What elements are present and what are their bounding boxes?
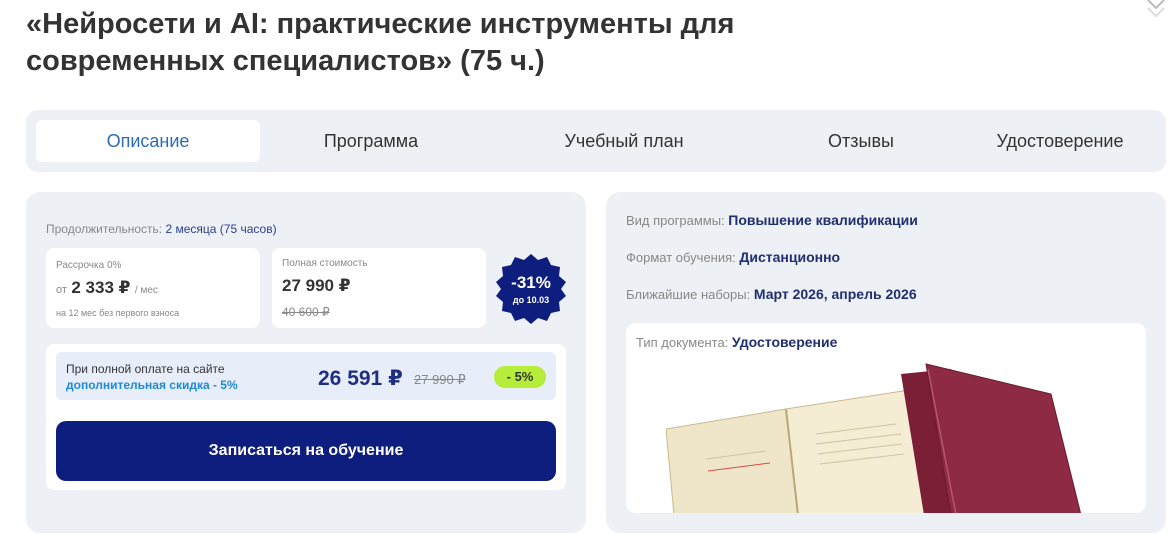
installment-title: Рассрочка 0% bbox=[56, 260, 122, 271]
installment-note: на 12 мес без первого взноса bbox=[56, 308, 180, 318]
discount-until: до 10.03 bbox=[512, 295, 550, 305]
full-price-old: 40 600 ₽ bbox=[282, 305, 330, 319]
promo-old-price: 27 990 ₽ bbox=[414, 372, 466, 387]
installment-suffix: / мес bbox=[134, 285, 158, 296]
installment-card: Рассрочка 0% от 2 333 ₽ / мес на 12 мес … bbox=[46, 248, 260, 328]
enrollment: Ближайшие наборы: Март 2026, апрель 2026 bbox=[626, 286, 917, 302]
tab-reviews[interactable]: Отзывы bbox=[786, 120, 936, 162]
promo-card: При полной оплате на сайте дополнительна… bbox=[46, 344, 566, 490]
program-type-value: Повышение квалификации bbox=[728, 212, 918, 228]
enroll-button[interactable]: Записаться на обучение bbox=[56, 421, 556, 481]
study-format-label: Формат обучения: bbox=[626, 250, 736, 265]
tab-program[interactable]: Программа bbox=[276, 120, 466, 162]
full-price-card: Полная стоимость 27 990 ₽ 40 600 ₽ bbox=[272, 248, 486, 328]
favorite-icon[interactable] bbox=[1143, 0, 1169, 20]
study-format-value: Дистанционно bbox=[739, 249, 841, 265]
full-price-title: Полная стоимость bbox=[282, 258, 368, 269]
program-type: Вид программы: Повышение квалификации bbox=[626, 212, 918, 228]
discount-percent: -31% bbox=[511, 273, 551, 292]
enrollment-label: Ближайшие наборы: bbox=[626, 287, 751, 302]
installment-amount: 2 333 ₽ bbox=[71, 278, 131, 297]
duration-value: 2 месяца (75 часов) bbox=[165, 222, 277, 236]
document-type: Тип документа: Удостоверение bbox=[636, 334, 837, 350]
tab-certificate[interactable]: Удостоверение bbox=[976, 120, 1144, 162]
study-format: Формат обучения: Дистанционно bbox=[626, 249, 840, 265]
promo-discount-pill: - 5% bbox=[494, 366, 546, 388]
pricing-panel: Продолжительность: 2 месяца (75 часов) Р… bbox=[26, 192, 586, 533]
page-title-line1: «Нейросети и AI: практические инструмент… bbox=[26, 8, 735, 40]
page-title-line2: современных специалистов» (75 ч.) bbox=[26, 45, 545, 77]
promo-price: 26 591 ₽ bbox=[318, 367, 403, 390]
duration-label: Продолжительность: bbox=[46, 222, 163, 236]
tab-bar: Описание Программа Учебный план Отзывы У… bbox=[26, 110, 1166, 172]
tab-curriculum[interactable]: Учебный план bbox=[526, 120, 722, 162]
details-panel: Вид программы: Повышение квалификации Фо… bbox=[606, 192, 1166, 533]
document-card: Тип документа: Удостоверение bbox=[626, 323, 1146, 513]
document-type-label: Тип документа: bbox=[636, 335, 729, 350]
tab-description[interactable]: Описание bbox=[36, 120, 260, 162]
program-type-label: Вид программы: bbox=[626, 213, 725, 228]
page-title: «Нейросети и AI: практические инструмент… bbox=[26, 6, 734, 80]
duration: Продолжительность: 2 месяца (75 часов) bbox=[46, 222, 277, 236]
enrollment-value: Март 2026, апрель 2026 bbox=[753, 286, 917, 302]
installment-prefix: от bbox=[56, 284, 67, 296]
document-type-value: Удостоверение bbox=[731, 334, 838, 350]
promo-line2: дополнительная скидка - 5% bbox=[66, 378, 238, 392]
promo-banner: При полной оплате на сайте дополнительна… bbox=[56, 352, 556, 400]
certificate-image bbox=[666, 363, 1082, 513]
installment-price: от 2 333 ₽ / мес bbox=[56, 278, 158, 298]
full-price-value: 27 990 ₽ bbox=[282, 276, 351, 295]
promo-line1: При полной оплате на сайте bbox=[66, 362, 225, 376]
